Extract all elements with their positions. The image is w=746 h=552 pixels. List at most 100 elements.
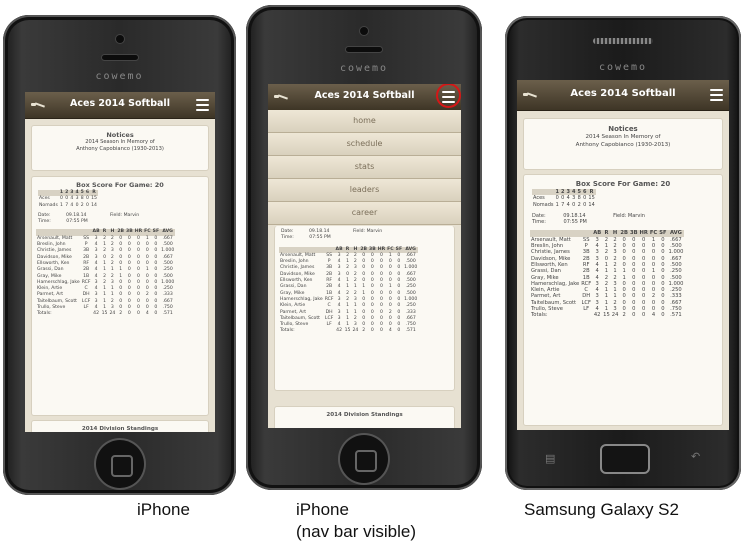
field-value: Marvin — [366, 229, 383, 234]
notices-line-1: 2014 Season In Memory of — [85, 139, 155, 145]
iphone-device: cowemo Aces 2014 Softball Notices 2014 S… — [3, 15, 236, 495]
table-cell: 0 — [661, 312, 665, 319]
table-cell: 0 — [136, 311, 140, 317]
table-cell: 1.000 — [668, 249, 684, 256]
app-screen: Aces 2014 Softball home schedule stats l… — [268, 84, 461, 428]
brand-logo: cowemo — [339, 63, 389, 74]
table-row: Parmet, Art DH 3 1 1 0 0 0 2 0.333 — [530, 293, 684, 299]
date-label: Date: — [281, 229, 294, 234]
table-cell: 3B — [628, 230, 639, 237]
standings-title: 2014 Division Standings — [326, 412, 403, 418]
table-cell: 15 — [91, 196, 97, 202]
box-score-title: Box Score For Game: 20 — [575, 180, 671, 188]
nav-item-career[interactable]: career — [268, 202, 461, 225]
home-button[interactable] — [95, 440, 144, 488]
app-header: Aces 2014 Softball — [25, 92, 215, 119]
box-score-card: Box Score For Game: 20 1 2 3 4 5 6 R Aces 0 0 4 3 8 0… — [523, 174, 723, 426]
app-screen: Aces 2014 Softball Notices 2014 Season I… — [25, 92, 215, 432]
front-camera — [360, 27, 368, 35]
table-row: Christie, James 3B 3 2 3 0 0 0 0 0 1.000 — [530, 249, 684, 255]
totals-row: Totals: 42 15 24 2 0 0 4 0.571 — [279, 328, 418, 334]
game-meta: Date: 09.18.14 Field: Marvin Time: 07:55… — [38, 213, 208, 226]
table-cell: 1.000 — [161, 248, 175, 254]
player-stats-table: AB R H 2B 3B HR FC SF AVG Arsenault, Matt SS 3 2 2 0 0 0… — [279, 246, 419, 335]
table-cell: 42 — [93, 311, 99, 317]
highlight-circle — [436, 84, 461, 108]
table-cell: 0 — [642, 312, 646, 319]
box-score-title: Box Score For Game: 20 — [76, 181, 164, 189]
table-row: Grassi, Dan 2B 4 1 1 1 0 0 1 0.250 — [279, 284, 418, 290]
table-cell: 2B — [619, 230, 629, 237]
table-cell: .571 — [162, 311, 173, 317]
table-row: Gray, Mike 1B 4 2 2 1 0 0 0 0.500 — [36, 274, 175, 280]
table-cell: Nomads — [533, 201, 554, 208]
table-cell: 3B — [368, 246, 377, 253]
table-cell: FC — [648, 230, 659, 237]
notices-card: Notices 2014 Season In Memory of Anthony… — [523, 118, 723, 170]
table-cell: 0 — [154, 311, 158, 317]
caption-iphone: iPhone — [137, 500, 190, 519]
galaxy-device: cowemo Aces 2014 Softball Notices 2014 S… — [505, 16, 741, 490]
home-button[interactable] — [600, 444, 650, 474]
nav-item-schedule[interactable]: schedule — [268, 133, 461, 156]
table-row: Nomads 1 7 4 0 2 0 14 — [532, 202, 596, 208]
home-button[interactable] — [340, 435, 388, 483]
table-cell: 2 — [119, 311, 123, 317]
date-value: 09.18.14 — [309, 229, 330, 234]
table-row: Parmet, Art DH 3 1 1 0 0 0 2 0.333 — [279, 310, 418, 316]
table-cell: 15 — [344, 328, 351, 334]
totals-row: Totals: 42 15 24 2 0 0 4 0.571 — [530, 312, 684, 318]
app-title: Aces 2014 Softball — [70, 98, 170, 109]
table-cell: 24 — [352, 328, 359, 334]
box-score-card: Date: 09.18.14 Field: Marvin Time: 07:55… — [274, 226, 455, 391]
innings-table: 1 2 3 4 5 6 R Aces 0 0 4 3 8 0 15 Nomads 1 7 4 0 2 0 14 — [38, 190, 98, 209]
table-cell: SF — [394, 246, 404, 253]
table-cell: .500 — [162, 273, 173, 279]
caption-iphone-nav-line1: iPhone — [296, 500, 349, 519]
table-cell: Totals: — [37, 311, 52, 317]
table-cell: 24 — [611, 312, 619, 319]
time-value: 07:55 PM — [563, 219, 587, 226]
table-row: Christie, James 3B 3 2 3 0 0 0 0 0 1.000 — [279, 265, 418, 271]
box-score-card: Box Score For Game: 20 1 2 3 4 5 6 R Aces 0 0 4 3 8 0… — [31, 176, 209, 416]
table-cell: 3B — [125, 229, 134, 236]
nav-item-leaders[interactable]: leaders — [268, 179, 461, 202]
table-cell: HR — [376, 246, 387, 253]
player-stats-table: AB R H 2B 3B HR FC SF AVG Arsenault, Matt SS 3 2 2 0 0 0… — [530, 230, 685, 318]
table-cell — [580, 312, 592, 318]
menu-softkey-icon[interactable]: ▤ — [545, 452, 555, 465]
game-meta: Date: 09.18.14 Field: Marvin Time: 07:55… — [281, 229, 454, 242]
earpiece-speaker — [346, 47, 382, 52]
table-cell: 2 — [622, 312, 626, 319]
time-label: Time: — [532, 219, 546, 226]
brand-logo: cowemo — [598, 62, 648, 73]
hamburger-menu-icon[interactable] — [710, 89, 723, 101]
table-cell: 0 — [370, 328, 374, 334]
table-cell: 1.000 — [404, 265, 418, 271]
app-header: Aces 2014 Softball — [517, 80, 729, 111]
table-row: Parmet, Art DH 3 1 1 0 0 0 2 0.333 — [36, 292, 175, 298]
caption-galaxy: Samsung Galaxy S2 — [524, 500, 679, 519]
table-cell: 0 — [632, 312, 636, 319]
hamburger-menu-icon[interactable] — [196, 99, 209, 111]
table-cell: AB — [91, 229, 101, 236]
nav-item-home[interactable]: home — [268, 110, 461, 133]
table-row: Christie, James 3B 3 2 3 0 0 0 0 0 1.000 — [36, 248, 175, 254]
table-cell: 0 — [397, 328, 401, 334]
table-cell: FC — [143, 229, 152, 236]
table-row: Grassi, Dan 2B 4 1 1 1 0 0 1 0.250 — [530, 268, 684, 274]
field-value: Marvin — [123, 212, 140, 218]
table-cell: AVG — [403, 246, 419, 253]
table-row: Gray, Mike 1B 4 2 2 1 0 0 0 0.500 — [530, 275, 684, 281]
field-label: Field: — [109, 212, 123, 218]
table-cell: 15 — [603, 312, 610, 319]
field-value: Marvin — [627, 212, 645, 219]
nav-menu: home schedule stats leaders career — [268, 110, 461, 225]
table-cell: AVG — [667, 230, 685, 237]
nav-item-stats[interactable]: stats — [268, 156, 461, 179]
back-softkey-icon[interactable]: ↶ — [691, 450, 700, 463]
date-value: 09.18.14 — [563, 212, 586, 219]
table-row: Klein, Artie C 4 1 1 0 0 0 0 0.250 — [279, 303, 418, 309]
table-cell: .571 — [405, 328, 416, 334]
time-label: Time: — [281, 235, 294, 241]
